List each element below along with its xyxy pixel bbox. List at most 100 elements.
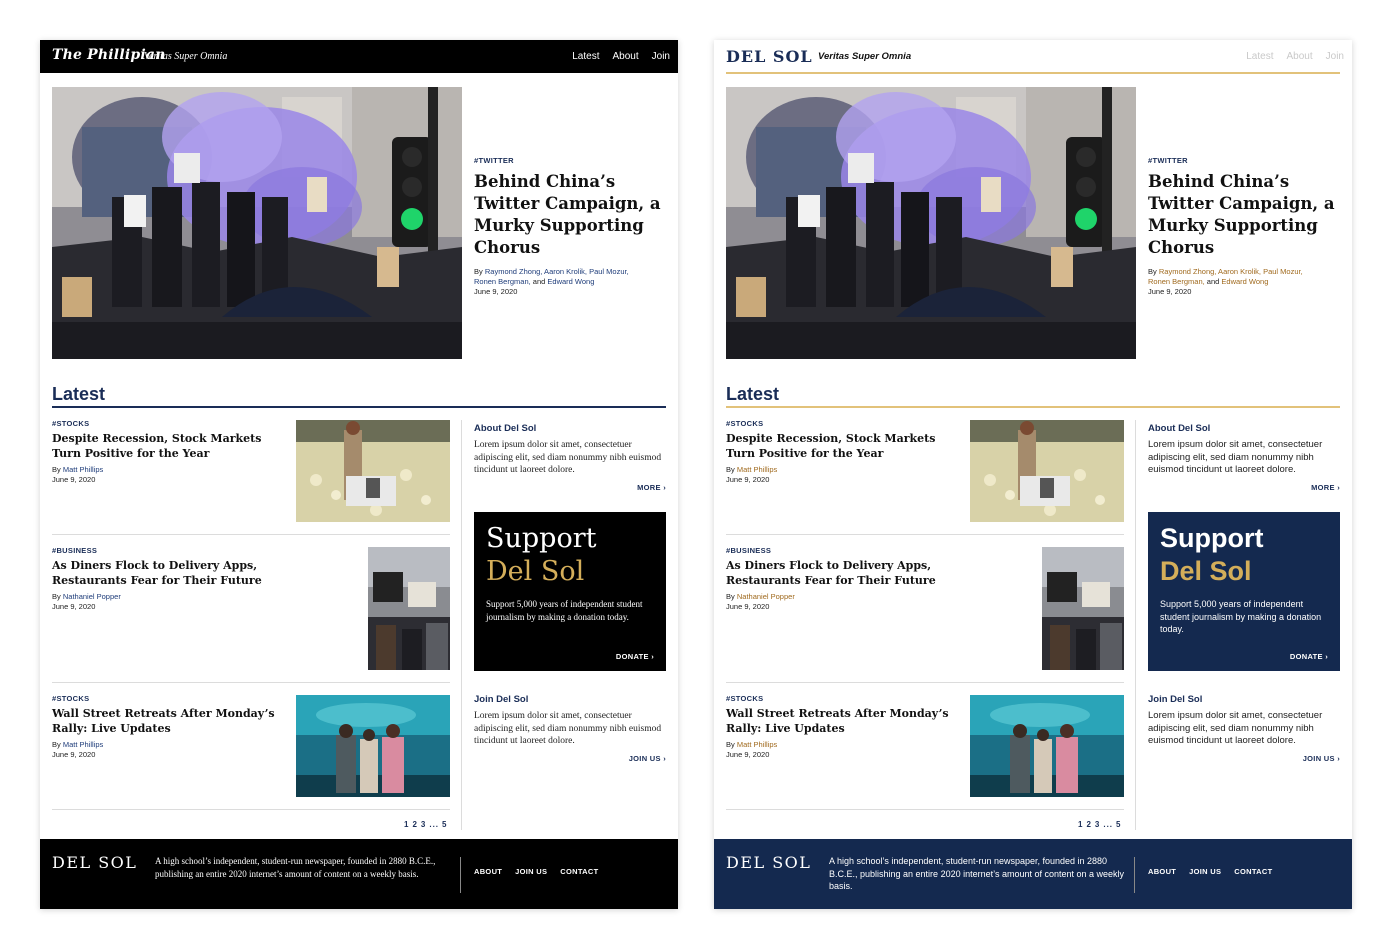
support-card: Support Del Sol Support 5,000 years of i… <box>1148 512 1340 671</box>
page-link[interactable]: 3 <box>421 820 426 829</box>
nav-about[interactable]: About <box>613 51 639 62</box>
about-text: Lorem ipsum dolor sit amet, consectetuer… <box>474 440 662 475</box>
story-divider <box>726 809 1124 810</box>
hero-authors-2[interactable]: Ronen Bergman, <box>1148 277 1205 286</box>
story-headline[interactable]: Wall Street Retreats After Monday’s Rall… <box>52 707 277 736</box>
nav-latest[interactable]: Latest <box>1246 51 1273 62</box>
story-thumbnail[interactable] <box>970 420 1124 522</box>
page-link[interactable]: 5 <box>1116 820 1121 829</box>
byline-and: and <box>1206 277 1220 286</box>
footer-description: A high school’s independent, student-run… <box>829 856 1125 891</box>
story-author[interactable]: Matt Phillips <box>737 740 777 749</box>
story-headline[interactable]: As Diners Flock to Delivery Apps, Restau… <box>726 559 958 588</box>
support-title-2: Del Sol <box>486 556 585 587</box>
hero-authors-3[interactable]: Edward Wong <box>1221 277 1268 286</box>
join-text: Lorem ipsum dolor sit amet, consectetuer… <box>474 711 662 746</box>
page-link[interactable]: 1 <box>1078 820 1083 829</box>
story-headline[interactable]: As Diners Flock to Delivery Apps, Restau… <box>52 559 277 588</box>
page-navy-theme: DEL SOL Veritas Super Omnia Latest About… <box>714 40 1352 909</box>
byline-prefix: By <box>52 592 61 601</box>
story-author[interactable]: Matt Phillips <box>63 465 103 474</box>
hero-date: June 9, 2020 <box>1148 287 1192 296</box>
story-author[interactable]: Nathaniel Popper <box>63 592 121 601</box>
main-nav: Latest About Join <box>1246 51 1344 62</box>
join-us-link[interactable]: JOIN US › <box>1148 754 1340 763</box>
hero-tag[interactable]: #TWITTER <box>1148 156 1338 165</box>
byline-prefix: By <box>726 592 735 601</box>
site-motto: Veritas Super Omnia <box>144 51 228 62</box>
story-thumbnail[interactable] <box>296 695 450 797</box>
story-headline[interactable]: Despite Recession, Stock Markets Turn Po… <box>52 432 277 461</box>
main-nav: Latest About Join <box>572 51 670 62</box>
support-title-2: Del Sol <box>1160 556 1252 586</box>
join-heading: Join Del Sol <box>474 694 529 705</box>
story-thumbnail[interactable] <box>368 547 450 670</box>
footer-separator <box>460 857 461 893</box>
latest-rule <box>726 406 1340 408</box>
join-heading: Join Del Sol <box>1148 694 1203 705</box>
footer-description: A high school’s independent, student-run… <box>155 856 436 879</box>
page-link[interactable]: 1 <box>404 820 409 829</box>
more-link[interactable]: MORE › <box>474 483 666 492</box>
hero-authors-3[interactable]: Edward Wong <box>547 277 594 286</box>
footer-join-link[interactable]: JOIN US <box>515 867 547 876</box>
join-box: Join Del Sol Lorem ipsum dolor sit amet,… <box>1148 694 1340 763</box>
support-title-1: Support <box>1160 523 1264 553</box>
story-thumbnail[interactable] <box>296 420 450 522</box>
story-author[interactable]: Nathaniel Popper <box>737 592 795 601</box>
more-link[interactable]: MORE › <box>1148 483 1340 492</box>
site-footer: DEL SOL A high school’s independent, stu… <box>714 839 1352 909</box>
page-link[interactable]: 5 <box>442 820 447 829</box>
byline-and: and <box>532 277 546 286</box>
hero-byline: By Raymond Zhong, Aaron Krolik, Paul Moz… <box>1148 267 1338 287</box>
hero-headline[interactable]: Behind China’s Twitter Campaign, a Murky… <box>474 171 664 259</box>
byline-prefix: By <box>52 465 61 474</box>
story-thumbnail[interactable] <box>1042 547 1124 670</box>
hero-image[interactable] <box>726 87 1136 359</box>
donate-link[interactable]: DONATE › <box>1290 652 1328 661</box>
footer-logo[interactable]: DEL SOL <box>726 853 811 872</box>
footer-contact-link[interactable]: CONTACT <box>560 867 598 876</box>
hero-byline: By Raymond Zhong, Aaron Krolik, Paul Moz… <box>474 267 664 287</box>
page-ellipsis: ... <box>429 820 440 829</box>
join-us-link[interactable]: JOIN US › <box>474 754 666 763</box>
nav-latest[interactable]: Latest <box>572 51 599 62</box>
nav-about[interactable]: About <box>1287 51 1313 62</box>
story-author[interactable]: Matt Phillips <box>737 465 777 474</box>
story-thumbnail[interactable] <box>970 695 1124 797</box>
hero-authors-1[interactable]: Raymond Zhong, Aaron Krolik, Paul Mozur, <box>1159 267 1303 276</box>
latest-rule <box>52 406 666 408</box>
story-divider <box>726 534 1124 535</box>
donate-link[interactable]: DONATE › <box>616 652 654 661</box>
nav-join[interactable]: Join <box>652 51 670 62</box>
hero-authors-2[interactable]: Ronen Bergman, <box>474 277 531 286</box>
support-text: Support 5,000 years of independent stude… <box>486 599 643 622</box>
hero-tag[interactable]: #TWITTER <box>474 156 664 165</box>
page-link[interactable]: 2 <box>1086 820 1091 829</box>
footer-contact-link[interactable]: CONTACT <box>1234 867 1272 876</box>
footer-links: ABOUT JOIN US CONTACT <box>474 867 599 876</box>
page-link[interactable]: 3 <box>1095 820 1100 829</box>
page-link[interactable]: 2 <box>412 820 417 829</box>
about-heading: About Del Sol <box>1148 423 1211 434</box>
hero-story: #TWITTER Behind China’s Twitter Campaign… <box>474 156 664 297</box>
story-headline[interactable]: Despite Recession, Stock Markets Turn Po… <box>726 432 958 461</box>
footer-logo[interactable]: DEL SOL <box>52 853 137 872</box>
join-text: Lorem ipsum dolor sit amet, consectetuer… <box>1148 710 1323 746</box>
footer-about-link[interactable]: ABOUT <box>1148 867 1176 876</box>
story-author[interactable]: Matt Phillips <box>63 740 103 749</box>
story-divider <box>52 809 450 810</box>
story-divider <box>52 534 450 535</box>
nav-join[interactable]: Join <box>1326 51 1344 62</box>
hero-headline[interactable]: Behind China’s Twitter Campaign, a Murky… <box>1148 171 1338 259</box>
site-logo[interactable]: DEL SOL <box>726 47 813 66</box>
footer-about-link[interactable]: ABOUT <box>474 867 502 876</box>
pagination: 1 2 3 ... 5 <box>404 820 447 829</box>
hero-story: #TWITTER Behind China’s Twitter Campaign… <box>1148 156 1338 297</box>
footer-join-link[interactable]: JOIN US <box>1189 867 1221 876</box>
site-header: DEL SOL Veritas Super Omnia Latest About… <box>714 40 1352 73</box>
hero-image[interactable] <box>52 87 462 359</box>
story-headline[interactable]: Wall Street Retreats After Monday’s Rall… <box>726 707 958 736</box>
hero-authors-1[interactable]: Raymond Zhong, Aaron Krolik, Paul Mozur, <box>485 267 629 276</box>
story-divider <box>726 682 1124 683</box>
